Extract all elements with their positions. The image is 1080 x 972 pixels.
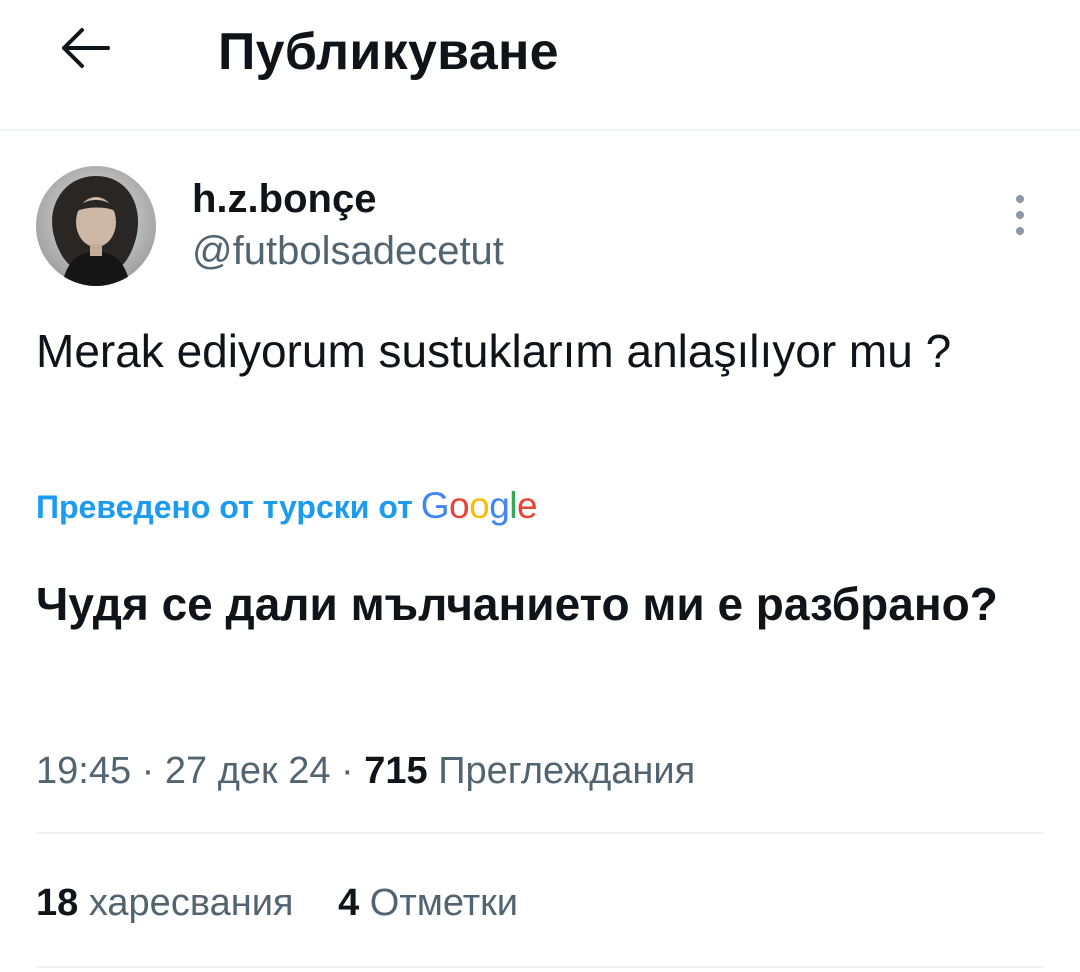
likes-label: харесвания xyxy=(88,882,294,924)
views-label: Преглеждания xyxy=(438,750,696,792)
bookmarks-stat[interactable]: 4 Отметки xyxy=(338,882,518,924)
tweet-time[interactable]: 19:45 xyxy=(36,750,131,792)
bookmarks-label: Отметки xyxy=(369,882,518,924)
tweet-date[interactable]: 27 дек 24 xyxy=(165,750,331,792)
profile-photo xyxy=(36,166,156,286)
header-divider xyxy=(0,129,1080,131)
avatar[interactable] xyxy=(36,166,156,286)
vertical-dots-icon xyxy=(1016,195,1024,235)
tweet-text: Merak ediyorum sustuklarım anlaşılıyor m… xyxy=(36,325,952,377)
translated-from-label: Преведено от турски от xyxy=(36,489,413,525)
top-bar: Публикуване xyxy=(0,0,1080,130)
author-handle[interactable]: @futbolsadecetut xyxy=(192,228,504,274)
meta-separator: · xyxy=(341,750,354,792)
author-display-name[interactable]: h.z.bonçe xyxy=(192,176,376,222)
meta-separator: · xyxy=(141,750,155,792)
translation-attribution[interactable]: Преведено от турски от Google xyxy=(36,485,538,527)
views-count: 715 xyxy=(364,750,428,792)
bookmarks-count: 4 xyxy=(338,882,360,924)
meta-divider xyxy=(36,832,1044,834)
back-button[interactable] xyxy=(52,20,122,80)
stats-divider xyxy=(36,966,1044,968)
page-title: Публикуване xyxy=(218,23,559,81)
google-logo: Google xyxy=(420,485,538,526)
likes-count: 18 xyxy=(36,882,79,924)
arrow-left-icon xyxy=(62,28,110,68)
likes-stat[interactable]: 18 харесвания xyxy=(36,882,294,924)
tweet-meta: 19:45 · 27 дек 24 · 715 Преглеждания xyxy=(36,748,695,794)
more-options-button[interactable] xyxy=(1004,190,1036,240)
engagement-stats: 18 харесвания 4 Отметки xyxy=(36,880,552,926)
translated-text: Чудя се дали мълчанието ми е разбрано? xyxy=(36,578,998,630)
